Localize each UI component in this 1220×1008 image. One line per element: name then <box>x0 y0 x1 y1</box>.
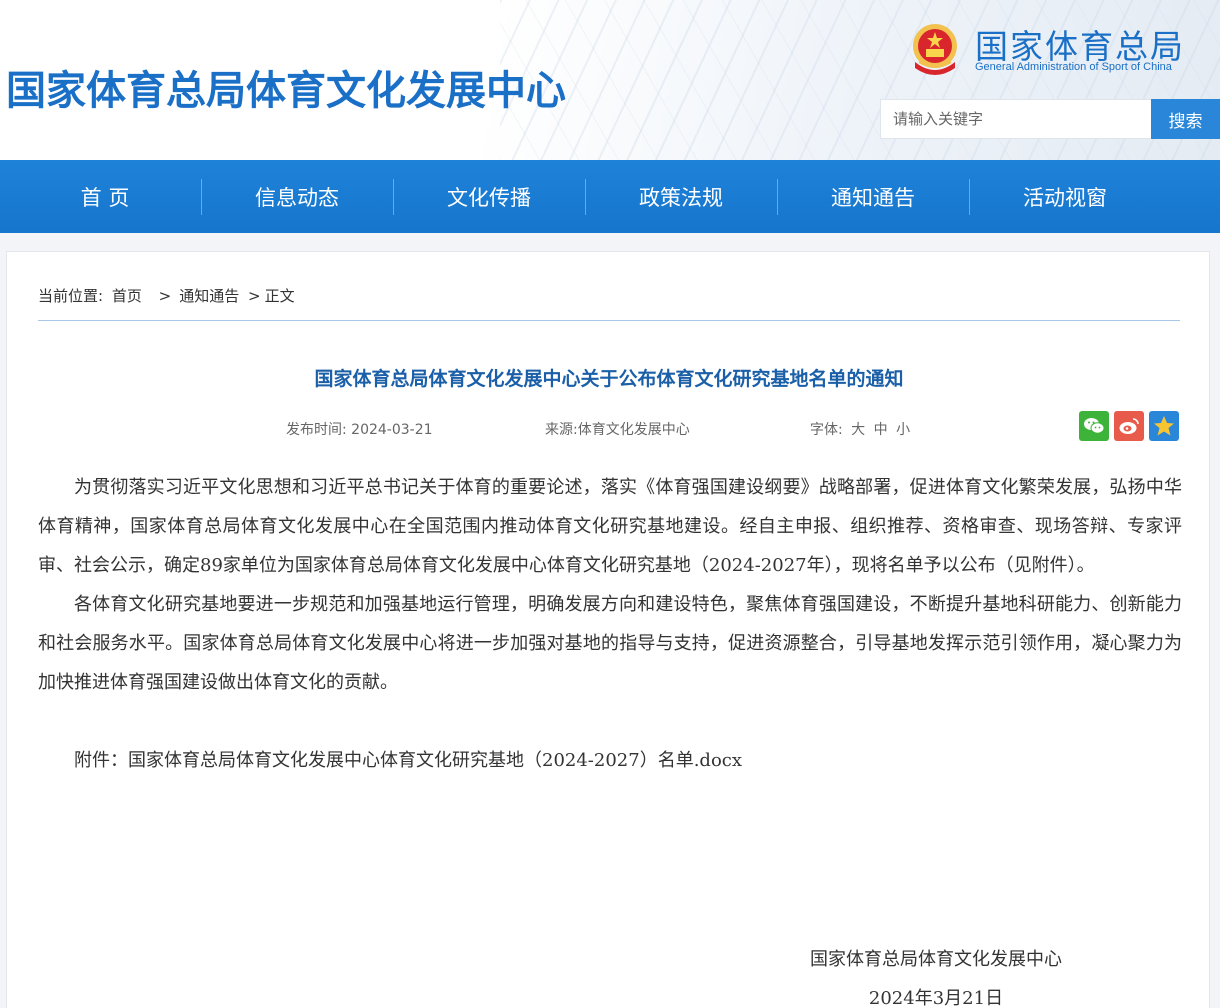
font-label: 字体: <box>810 422 843 438</box>
nav-item-notices[interactable]: 通知通告 <box>777 160 969 233</box>
share-buttons <box>1079 411 1179 441</box>
publish-date: 发布时间: 2024-03-21 <box>286 419 433 439</box>
signature-date: 2024年3月21日 <box>868 988 1004 1008</box>
weibo-icon <box>1119 418 1139 434</box>
breadcrumb-separator: > <box>158 287 172 305</box>
signature: 国家体育总局体育文化发展中心 2024年3月21日 <box>791 940 1081 1008</box>
wechat-share-button[interactable] <box>1079 411 1109 441</box>
wechat-icon <box>1084 418 1105 434</box>
weibo-share-button[interactable] <box>1114 411 1144 441</box>
attachment-line: 附件：国家体育总局体育文化发展中心体育文化研究基地（2024-2027）名单.d… <box>38 741 1182 780</box>
signature-org: 国家体育总局体育文化发展中心 <box>810 949 1062 970</box>
nav-item-activities[interactable]: 活动视窗 <box>969 160 1161 233</box>
font-size-switcher: 字体: 大 中 小 <box>810 419 910 439</box>
publish-date-value: 2024-03-21 <box>351 422 433 438</box>
breadcrumb-separator: > <box>248 287 261 305</box>
breadcrumb-divider <box>38 320 1180 321</box>
nav-item-home[interactable]: 首 页 <box>9 160 201 233</box>
gov-name-en: General Administration of Sport of China <box>975 61 1172 73</box>
breadcrumb: 当前位置: 首页 > 通知通告 > 正文 <box>38 285 299 306</box>
breadcrumb-current: 正文 <box>264 287 295 305</box>
nav-item-news[interactable]: 信息动态 <box>201 160 393 233</box>
attachment-label: 附件： <box>74 750 128 771</box>
national-emblem-icon <box>913 24 957 75</box>
search-button[interactable]: 搜索 <box>1151 99 1220 139</box>
nav-item-culture[interactable]: 文化传播 <box>393 160 585 233</box>
favorite-share-button[interactable] <box>1149 411 1179 441</box>
article-paragraph: 各体育文化研究基地要进一步规范和加强基地运行管理，明确发展方向和建设特色，聚焦体… <box>38 594 1182 693</box>
breadcrumb-notices[interactable]: 通知通告 <box>179 287 239 305</box>
article-source: 来源:体育文化发展中心 <box>545 419 690 439</box>
site-header: 国家体育总局体育文化发展中心 国家体育总局 General Administra… <box>0 0 1220 160</box>
search-input[interactable] <box>880 99 1152 139</box>
gov-logo[interactable]: 国家体育总局 General Administration of Sport o… <box>905 20 1195 80</box>
breadcrumb-prefix: 当前位置: <box>38 287 104 305</box>
attachment-link[interactable]: 国家体育总局体育文化发展中心体育文化研究基地（2024-2027）名单.docx <box>128 750 742 771</box>
source-label: 来源: <box>545 422 578 438</box>
article-card: 当前位置: 首页 > 通知通告 > 正文 国家体育总局体育文化发展中心关于公布体育文… <box>6 251 1210 1008</box>
site-title[interactable]: 国家体育总局体育文化发展中心 <box>6 58 566 116</box>
font-size-large[interactable]: 大 <box>851 422 865 438</box>
breadcrumb-home[interactable]: 首页 <box>112 287 142 305</box>
nav-item-policy[interactable]: 政策法规 <box>585 160 777 233</box>
article-paragraph: 为贯彻落实习近平文化思想和习近平总书记关于体育的重要论述，落实《体育强国建设纲要… <box>38 477 1182 576</box>
favorite-star-icon <box>1154 416 1174 436</box>
font-size-medium[interactable]: 中 <box>874 422 888 438</box>
font-size-small[interactable]: 小 <box>896 422 910 438</box>
search-box: 搜索 <box>880 99 1220 139</box>
article-body: 为贯彻落实习近平文化思想和习近平总书记关于体育的重要论述，落实《体育强国建设纲要… <box>38 468 1182 780</box>
article-title: 国家体育总局体育文化发展中心关于公布体育文化研究基地名单的通知 <box>314 368 904 390</box>
main-nav: 首 页 信息动态 文化传播 政策法规 通知通告 活动视窗 <box>0 160 1220 233</box>
source-value: 体育文化发展中心 <box>577 422 690 438</box>
publish-label: 发布时间: <box>286 422 347 438</box>
